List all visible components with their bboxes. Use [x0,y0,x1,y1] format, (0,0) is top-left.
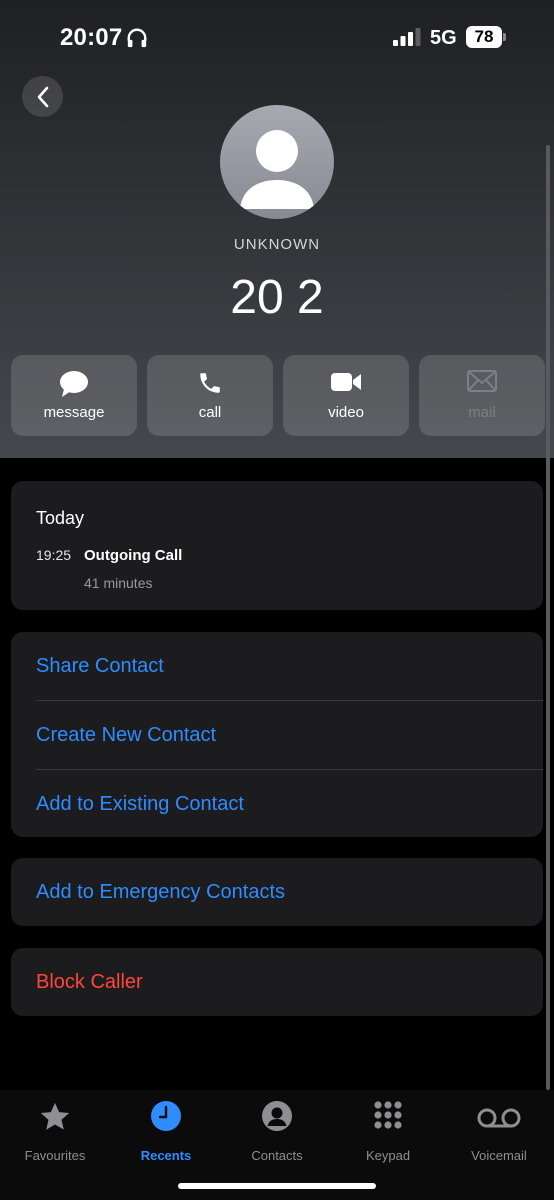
tab-voicemail[interactable]: Voicemail [444,1100,554,1163]
create-new-contact-button[interactable]: Create New Contact [36,701,543,769]
status-bar: 20:07 5G 78 [0,0,554,70]
tab-label: Contacts [251,1148,303,1163]
tab-favourites[interactable]: Favourites [0,1100,110,1163]
call-history-card: Today 19:25 Outgoing Call 41 minutes [11,481,543,610]
call-label: call [198,404,222,421]
tab-label: Keypad [365,1148,411,1163]
cellular-signal-icon [393,28,421,46]
home-indicator[interactable] [178,1183,376,1189]
message-button[interactable]: message [11,355,137,436]
call-duration: 41 minutes [84,575,153,591]
mail-button[interactable]: mail [419,355,545,436]
keypad-icon [374,1101,402,1129]
envelope-icon [467,370,497,392]
back-button[interactable] [22,76,63,117]
tab-keypad[interactable]: Keypad [333,1100,443,1163]
tab-contacts[interactable]: Contacts [222,1100,332,1163]
call-type: Outgoing Call [84,547,183,564]
battery-icon: 78 [466,26,506,48]
battery-level: 78 [466,26,502,48]
phone-icon [200,373,220,393]
chevron-left-icon [37,86,48,107]
message-bubble-icon [60,371,88,397]
mail-label: mail [468,404,496,421]
contact-name-label: UNKNOWN [233,236,321,253]
share-contact-button[interactable]: Share Contact [36,632,543,700]
video-label: video [328,404,364,421]
add-to-existing-contact-button[interactable]: Add to Existing Contact [36,770,543,838]
status-time: 20:07 [60,24,123,51]
star-icon [40,1102,70,1130]
avatar [220,105,334,219]
tab-label: Recents [140,1148,192,1163]
headphones-icon [127,28,147,48]
voicemail-icon [477,1108,521,1128]
tab-label: Favourites [24,1148,86,1163]
call-button[interactable]: call [147,355,273,436]
contact-number: 20 2 [230,271,324,324]
add-to-emergency-contacts-button[interactable]: Add to Emergency Contacts [36,858,543,926]
tab-label: Voicemail [471,1148,527,1163]
contact-options-card: Share Contact Create New Contact Add to … [11,632,543,837]
video-button[interactable]: video [283,355,409,436]
message-label: message [43,404,105,421]
block-caller-button[interactable]: Block Caller [36,948,543,1016]
emergency-card: Add to Emergency Contacts [11,858,543,926]
clock-icon [151,1101,181,1131]
video-camera-icon [331,373,361,391]
person-silhouette-icon [240,130,314,209]
scroll-indicator[interactable] [546,145,550,1090]
block-card: Block Caller [11,948,543,1016]
tab-recents[interactable]: Recents [111,1100,221,1163]
person-circle-icon [262,1101,292,1131]
network-type: 5G [430,27,457,49]
call-time: 19:25 [36,547,72,563]
call-history-date: Today [36,508,85,528]
battery-tip [503,33,506,41]
